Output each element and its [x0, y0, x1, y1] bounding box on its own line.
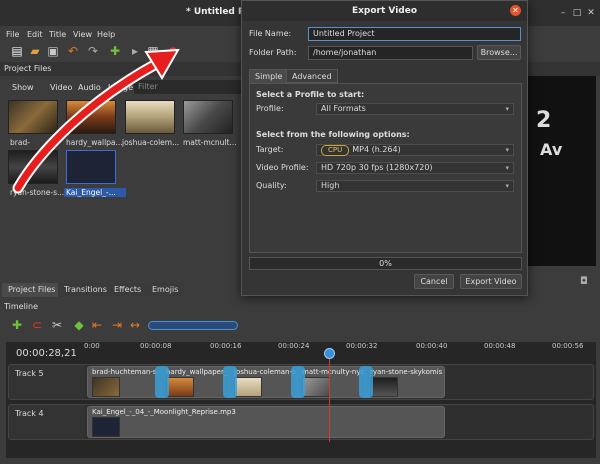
annotation-arrow: [12, 48, 180, 194]
